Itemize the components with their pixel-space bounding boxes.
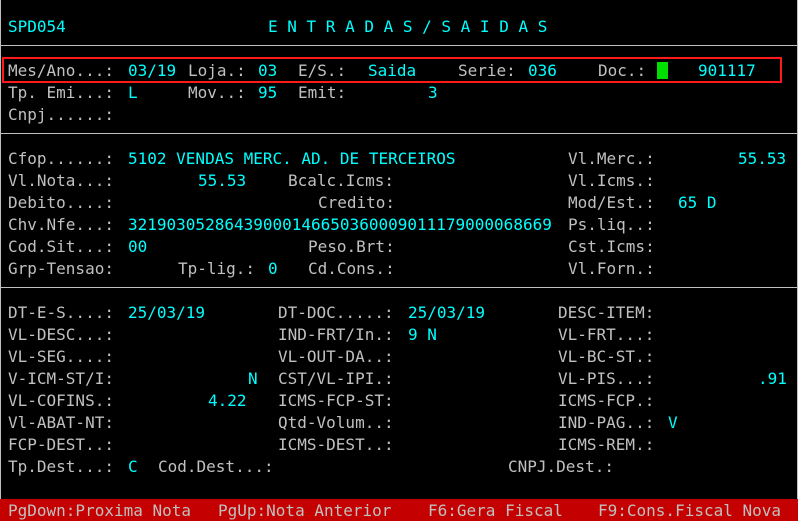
divider-2 (0, 133, 798, 134)
vl-pis-label: VL-PIS...: (558, 369, 655, 388)
screen-title: E N T R A D A S / S A I D A S (268, 17, 548, 36)
pgdown-next-note-key[interactable]: PgDown:Proxima Nota (8, 501, 191, 521)
vl-cofins-label: VL-COFINS.: (8, 391, 114, 410)
icms-rem-label: ICMS-REM.: (558, 435, 655, 454)
vl-seg-label: VL-SEG....: (8, 347, 114, 366)
vl-nota-field[interactable]: 55.53 (198, 171, 246, 191)
vl-cofins-field[interactable]: 4.22 (208, 391, 247, 411)
vl-pis-field[interactable]: .91 (758, 369, 787, 389)
tp-lig-label: Tp-lig.: (178, 259, 256, 278)
vl-abat-nt-label: Vl-ABAT-NT: (8, 413, 114, 432)
cst-vl-ipi-label: CST/VL-IPI.: (278, 369, 394, 388)
bcalc-icms-label: Bcalc.Icms: (288, 171, 394, 190)
ps-liq-label: Ps.liq..: (568, 215, 655, 234)
f9-new-fiscal-query-key[interactable]: F9:Cons.Fiscal Nova (598, 501, 781, 521)
ind-pag-field[interactable]: V (668, 413, 678, 433)
peso-brt-label: Peso.Brt: (308, 237, 395, 256)
ind-frt-field[interactable]: 9 N (408, 325, 437, 345)
vl-merc-field[interactable]: 55.53 (738, 149, 786, 169)
cfop-field[interactable]: 5102 VENDAS MERC. AD. DE TERCEIROS (128, 149, 456, 169)
vl-out-da-label: VL-OUT-DA..: (278, 347, 394, 366)
mov-label: Mov..: (188, 83, 246, 102)
divider-3 (0, 287, 798, 288)
cst-icms-label: Cst.Icms: (568, 237, 655, 256)
dt-es-label: DT-E-S....: (8, 303, 114, 322)
pgup-previous-note-key[interactable]: PgUp:Nota Anterior (218, 501, 391, 521)
serie-label: Serie: (458, 61, 516, 80)
chv-nfe-field[interactable]: 3219030528643900014665036000901117900006… (128, 215, 568, 235)
tp-lig-field[interactable]: 0 (268, 259, 278, 279)
program-code: SPD054 (8, 17, 66, 36)
tp-emi-label: Tp. Emi...: (8, 83, 114, 102)
mod-est-label: Mod/Est.: (568, 193, 655, 212)
desc-item-label: DESC-ITEM: (558, 303, 655, 322)
dt-es-field[interactable]: 25/03/19 (128, 303, 205, 323)
tp-dest-field[interactable]: C (128, 457, 138, 477)
icms-fcp-label: ICMS-FCP.: (558, 391, 655, 410)
tp-emi-field[interactable]: L (128, 83, 138, 103)
vl-nota-label: Vl.Nota...: (8, 171, 114, 190)
es-label: E/S.: (298, 61, 347, 80)
cd-cons-label: Cd.Cons.: (308, 259, 395, 278)
dt-doc-label: DT-DOC.....: (278, 303, 394, 322)
cod-sit-field[interactable]: 00 (128, 237, 147, 257)
loja-field[interactable]: 03 (258, 61, 277, 81)
text-cursor (657, 62, 668, 79)
loja-label: Loja.: (188, 61, 246, 80)
cnpj-dest-label: CNPJ.Dest.: (508, 457, 614, 476)
vl-frt-label: VL-FRT...: (558, 325, 655, 344)
vl-bc-st-label: VL-BC-ST.: (558, 347, 655, 366)
cod-dest-label: Cod.Dest...: (158, 457, 274, 476)
tp-dest-label: Tp.Dest...: (8, 457, 114, 476)
serie-field[interactable]: 036 (528, 61, 557, 81)
ind-frt-label: IND-FRT/In.: (278, 325, 394, 344)
icms-fcp-st-label: ICMS-FCP-ST: (278, 391, 394, 410)
ind-pag-label: IND-PAG..: (558, 413, 655, 432)
doc-field[interactable]: 901117 (698, 61, 756, 81)
icms-dest-label: ICMS-DEST..: (278, 435, 394, 454)
qtd-volum-label: Qtd-Volum..: (278, 413, 394, 432)
emit-field[interactable]: 3 (428, 83, 438, 103)
es-field[interactable]: Saida (368, 61, 416, 81)
vl-forn-label: Vl.Forn.: (568, 259, 655, 278)
mes-ano-field[interactable]: 03/19 (128, 61, 176, 81)
fcp-dest-label: FCP-DEST..: (8, 435, 114, 454)
left-border (0, 0, 1, 499)
chv-nfe-label: Chv.Nfe...: (8, 215, 114, 234)
mod-est-field[interactable]: 65 D (678, 193, 717, 213)
debito-label: Debito....: (8, 193, 114, 212)
dt-doc-field[interactable]: 25/03/19 (408, 303, 485, 323)
credito-label: Credito: (318, 193, 396, 212)
vl-icms-label: Vl.Icms.: (568, 171, 655, 190)
f6-generate-fiscal-key[interactable]: F6:Gera Fiscal (428, 501, 563, 521)
cod-sit-label: Cod.Sit...: (8, 237, 114, 256)
v-icm-st-field[interactable]: N (248, 369, 258, 389)
emit-label: Emit: (298, 83, 347, 102)
grp-tensao-label: Grp-Tensao: (8, 259, 114, 278)
vl-merc-label: Vl.Merc.: (568, 149, 655, 168)
doc-label: Doc.: (598, 61, 647, 80)
v-icm-st-label: V-ICM-ST/I: (8, 369, 114, 388)
cnpj-label: Cnpj......: (8, 105, 114, 124)
cfop-label: Cfop......: (8, 149, 114, 168)
vl-desc-label: VL-DESC...: (8, 325, 114, 344)
mov-field[interactable]: 95 (258, 83, 277, 103)
divider-1 (0, 45, 798, 46)
mes-ano-label: Mes/Ano...: (8, 61, 114, 80)
